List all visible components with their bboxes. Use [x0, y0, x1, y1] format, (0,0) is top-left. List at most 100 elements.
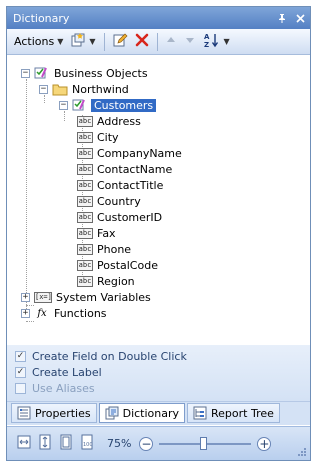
- tree-field-city[interactable]: abc City: [77, 129, 119, 145]
- text-field-icon: abc: [77, 227, 93, 239]
- option-label: Create Label: [32, 365, 102, 379]
- panel-tabs: Properties Dictionary Report Tree: [7, 401, 310, 425]
- sort-az-icon: A Z: [203, 32, 221, 51]
- svg-text:100: 100: [83, 442, 93, 448]
- tree-field-customerid[interactable]: abc CustomerID: [77, 209, 162, 225]
- new-item-button[interactable]: ▼: [67, 32, 98, 52]
- collapse-icon[interactable]: −: [59, 100, 68, 110]
- text-field-icon: abc: [77, 163, 93, 175]
- tree-node-label: Country: [97, 194, 141, 208]
- tree-node-label: CustomerID: [97, 210, 163, 224]
- tree-node-system-variables[interactable]: + [x=] System Variables: [21, 289, 151, 305]
- fit-page-width-button[interactable]: [15, 435, 33, 453]
- text-field-icon: abc: [77, 179, 93, 191]
- tree-field-contacttitle[interactable]: abc ContactTitle: [77, 177, 163, 193]
- tree-node-label: Fax: [97, 226, 116, 240]
- collapse-icon[interactable]: −: [21, 68, 30, 78]
- tree-node-label: Address: [97, 114, 141, 128]
- option-use-aliases[interactable]: Use Aliases: [7, 380, 310, 396]
- text-field-icon: abc: [77, 195, 93, 207]
- zoom-slider-thumb[interactable]: [200, 436, 208, 450]
- move-up-button[interactable]: [162, 32, 180, 52]
- resize-grip-icon[interactable]: [297, 447, 307, 457]
- checkbox-unchecked-icon[interactable]: [15, 382, 26, 394]
- zoom-out-button[interactable]: −: [139, 436, 154, 451]
- fit-page-height-button[interactable]: [36, 434, 54, 453]
- tree-node-label: Region: [97, 274, 135, 288]
- tree-node-label: Phone: [97, 242, 132, 256]
- zoom-in-button[interactable]: +: [257, 436, 272, 451]
- tree-node-label: ContactTitle: [97, 178, 164, 192]
- toolbar-separator: [156, 32, 158, 51]
- variables-icon: [x=]: [34, 291, 52, 303]
- option-label: Use Aliases: [32, 381, 95, 395]
- tree-node-functions[interactable]: + fx Functions: [21, 305, 107, 321]
- tab-report-tree[interactable]: Report Tree: [187, 403, 280, 423]
- edit-button[interactable]: [109, 32, 131, 52]
- tab-dictionary[interactable]: Dictionary: [98, 403, 186, 423]
- dictionary-options: ✓ Create Field on Double Click ✓ Create …: [7, 345, 310, 401]
- actions-menu-button[interactable]: Actions ▼: [11, 32, 66, 52]
- collapse-icon[interactable]: −: [39, 84, 48, 94]
- tree-node-label: City: [97, 130, 119, 144]
- tree-field-country[interactable]: abc Country: [77, 193, 141, 209]
- properties-icon: [17, 406, 31, 420]
- svg-text:Z: Z: [204, 41, 209, 48]
- expand-icon[interactable]: +: [21, 308, 30, 318]
- tab-label: Properties: [35, 406, 91, 420]
- text-field-icon: abc: [77, 243, 93, 255]
- text-field-icon: abc: [77, 211, 93, 223]
- report-tree-icon: [193, 406, 207, 420]
- expand-icon[interactable]: +: [21, 292, 30, 302]
- tree-node-label: Customers: [91, 98, 157, 112]
- option-label: Create Field on Double Click: [32, 349, 187, 363]
- tree-field-companyname[interactable]: abc CompanyName: [77, 145, 182, 161]
- status-bar: 100 75% − +: [7, 426, 310, 460]
- panel-titlebar: Dictionary: [7, 7, 310, 29]
- text-field-icon: abc: [77, 147, 93, 159]
- tab-label: Report Tree: [211, 406, 274, 420]
- checkbox-checked-icon[interactable]: ✓: [15, 366, 26, 378]
- option-create-label[interactable]: ✓ Create Label: [7, 364, 310, 380]
- sort-button[interactable]: A Z ▼: [200, 32, 233, 52]
- svg-text:A: A: [204, 33, 210, 41]
- tree-field-address[interactable]: abc Address: [77, 113, 141, 129]
- tree-node-business-objects[interactable]: − Business Objects: [21, 65, 148, 81]
- dictionary-panel: Dictionary Actions ▼ ▼ A Z ▼ − Business …: [6, 6, 311, 461]
- tree-field-postalcode[interactable]: abc PostalCode: [77, 257, 158, 273]
- text-field-icon: abc: [77, 131, 93, 143]
- tree-node-label: PostalCode: [97, 258, 158, 272]
- folder-icon: [52, 83, 68, 96]
- dictionary-icon: [105, 406, 119, 420]
- chevron-down-icon: ▼: [57, 37, 64, 46]
- actual-size-button[interactable]: 100: [78, 434, 96, 453]
- pin-icon[interactable]: [274, 10, 290, 26]
- zoom-slider[interactable]: [159, 436, 252, 451]
- delete-icon: [135, 33, 149, 50]
- chevron-down-icon: ▼: [89, 37, 96, 46]
- actual-size-icon: 100: [79, 434, 95, 453]
- tree-field-fax[interactable]: abc Fax: [77, 225, 116, 241]
- tree-node-northwind[interactable]: − Northwind: [39, 81, 129, 97]
- tree-node-label: Northwind: [72, 82, 129, 96]
- close-icon[interactable]: [292, 10, 308, 26]
- option-create-field-on-double-click[interactable]: ✓ Create Field on Double Click: [7, 348, 310, 364]
- dictionary-tree: − Business Objects − Northwind − Custome…: [7, 55, 310, 346]
- tree-field-region[interactable]: abc Region: [77, 273, 135, 289]
- tree-node-label: Functions: [54, 306, 107, 320]
- checkbox-checked-icon[interactable]: ✓: [15, 350, 26, 362]
- tree-connector: [26, 79, 27, 315]
- move-down-button[interactable]: [181, 32, 199, 52]
- whole-page-icon: [58, 434, 74, 453]
- arrow-up-icon: [165, 34, 177, 49]
- tree-field-contactname[interactable]: abc ContactName: [77, 161, 172, 177]
- delete-button[interactable]: [132, 32, 152, 52]
- whole-page-button[interactable]: [57, 434, 75, 453]
- arrow-down-icon: [184, 34, 196, 49]
- tab-label: Dictionary: [122, 406, 180, 420]
- tree-node-customers[interactable]: − Customers: [59, 97, 157, 113]
- tree-field-phone[interactable]: abc Phone: [77, 241, 131, 257]
- actions-label: Actions: [14, 35, 55, 48]
- tab-properties[interactable]: Properties: [11, 403, 97, 423]
- page-height-icon: [37, 434, 53, 453]
